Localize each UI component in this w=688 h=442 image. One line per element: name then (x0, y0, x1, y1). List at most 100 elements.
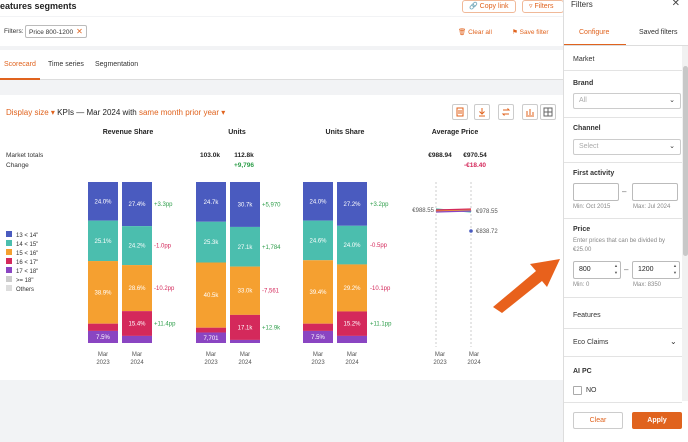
legend-item: 16 < 17" (16, 260, 38, 266)
brand-select[interactable]: All ⌄ (573, 93, 681, 109)
chevron-down-icon[interactable]: ⌄ (670, 337, 677, 346)
tab-scorecard[interactable]: Scorecard (4, 61, 36, 68)
chevron-down-icon: ⌄ (669, 143, 675, 150)
data-label: 29.2% (343, 286, 361, 292)
apply-button[interactable]: Apply (632, 412, 682, 429)
data-point (469, 229, 473, 233)
change-value: +9,796 (234, 162, 254, 169)
price-filter-chip[interactable]: Price 800-1200 ✕ (25, 25, 87, 38)
tab-configure[interactable]: Configure (579, 29, 609, 36)
data-label: 39.4% (309, 290, 327, 296)
price-min-hint: Min: 0 (573, 282, 590, 288)
market-totals-label: Market totals (6, 152, 44, 159)
tick-label: 2024 (467, 360, 481, 366)
divider (564, 70, 682, 71)
tab-saved-filters[interactable]: Saved filters (639, 29, 678, 36)
data-label: 24.0% (94, 199, 112, 205)
scrollbar-thumb[interactable] (683, 66, 688, 256)
tick-label: 2023 (433, 360, 447, 366)
legend-swatch (6, 258, 12, 264)
swap-icon[interactable] (498, 104, 514, 120)
chart-svg: Market totals Change 13 < 14" 14 < 15" 15 < … (6, 129, 498, 366)
tick-label: Mar (206, 352, 216, 358)
panel-title: Filters (571, 0, 593, 9)
legend-item: 14 < 15" (16, 242, 38, 248)
bar-segment (303, 323, 333, 331)
data-label: 24.0% (343, 243, 361, 249)
copy-link-button[interactable]: 🔗 Copy link (462, 0, 516, 13)
filters-label: Filters: (4, 28, 24, 35)
tick-label: Mar (347, 352, 357, 358)
channel-select[interactable]: Select ⌄ (573, 139, 681, 155)
divider (564, 297, 682, 298)
tick-label: 2024 (345, 360, 359, 366)
view-tabs: Scorecard Time series Segmentation (0, 50, 563, 80)
display-size-dropdown[interactable]: Display size ▾ (6, 108, 55, 117)
bar-segment (230, 339, 260, 343)
filters-button[interactable]: ▿ Filters (522, 0, 564, 13)
tick-label: Mar (98, 352, 108, 358)
change-value: -0.5pp (370, 243, 388, 249)
scorecard-content: Display size ▾ KPIs — Mar 2024 with same… (0, 95, 563, 380)
market-label: Market (573, 56, 595, 63)
close-icon[interactable]: ✕ (76, 27, 83, 36)
data-label: 24.0% (309, 199, 327, 205)
download-icon[interactable] (474, 104, 490, 120)
tick-label: 2023 (311, 360, 325, 366)
data-label: 7.5% (96, 335, 110, 341)
tab-segmentation[interactable]: Segmentation (95, 61, 138, 68)
chart-title: Units Share (326, 129, 365, 136)
first-activity-min-input[interactable] (573, 183, 619, 201)
eco-claims-label[interactable]: Eco Claims (573, 339, 608, 346)
first-activity-max-input[interactable] (632, 183, 678, 201)
data-label: 33.0k (238, 289, 254, 295)
legend-item: Others (16, 287, 34, 293)
brand-label: Brand (573, 80, 594, 87)
tick-label: Mar (435, 352, 445, 358)
data-label: 24.2% (128, 244, 146, 250)
divider (564, 117, 682, 118)
tick-label: Mar (469, 352, 479, 358)
tab-time-series[interactable]: Time series (48, 61, 84, 68)
data-label: 27.2% (343, 202, 361, 208)
range-dash: – (624, 265, 629, 274)
divider (564, 356, 682, 357)
save-filter-button[interactable]: ⚑ Save filter (512, 28, 549, 36)
change-value: -€18.40 (464, 162, 486, 169)
ai-pc-no-label: NO (586, 387, 597, 394)
divider (564, 402, 682, 403)
data-label: 25.3k (204, 240, 220, 246)
arrow-annotation (493, 259, 560, 313)
top-bar: eatures segments 🔗 Copy link ▿ Filters (0, 0, 564, 16)
export-icon[interactable] (452, 104, 468, 120)
panel-scrollbar[interactable] (682, 46, 688, 401)
stepper-icon[interactable]: ▲ ▼ (613, 262, 619, 278)
stepper-icon[interactable]: ▲ ▼ (672, 262, 678, 278)
data-label: 27.4% (128, 202, 146, 208)
legend-swatch (6, 276, 12, 282)
change-value: +5,970 (262, 202, 281, 208)
bar-segment (88, 323, 118, 331)
tick-label: 2024 (130, 360, 144, 366)
change-value: +11.1pp (370, 322, 392, 328)
bookmark-icon: ⚑ (512, 29, 518, 36)
clear-button[interactable]: Clear (573, 412, 623, 429)
legend-item: >= 18" (16, 278, 33, 284)
data-label: 7.5% (311, 335, 325, 341)
data-label: 38.9% (94, 290, 112, 296)
bar-chart-icon[interactable] (522, 104, 538, 120)
change-value: +12.9k (262, 325, 281, 331)
ai-pc-no-checkbox[interactable] (573, 386, 582, 395)
comparison-dropdown[interactable]: same month prior year ▾ (139, 108, 225, 117)
clear-all-button[interactable]: 🗑 Clear all (458, 28, 492, 36)
features-label[interactable]: Features (573, 312, 601, 319)
channel-label: Channel (573, 125, 601, 132)
data-label: 28.6% (128, 286, 146, 292)
total-value: €988.94 (428, 152, 452, 159)
data-label: 15.4% (128, 322, 146, 328)
close-icon[interactable]: ✕ (672, 0, 680, 9)
chart-title: Units (228, 129, 246, 136)
tick-label: 2024 (238, 360, 252, 366)
legend-item: 15 < 16" (16, 251, 38, 257)
table-icon[interactable] (540, 104, 556, 120)
